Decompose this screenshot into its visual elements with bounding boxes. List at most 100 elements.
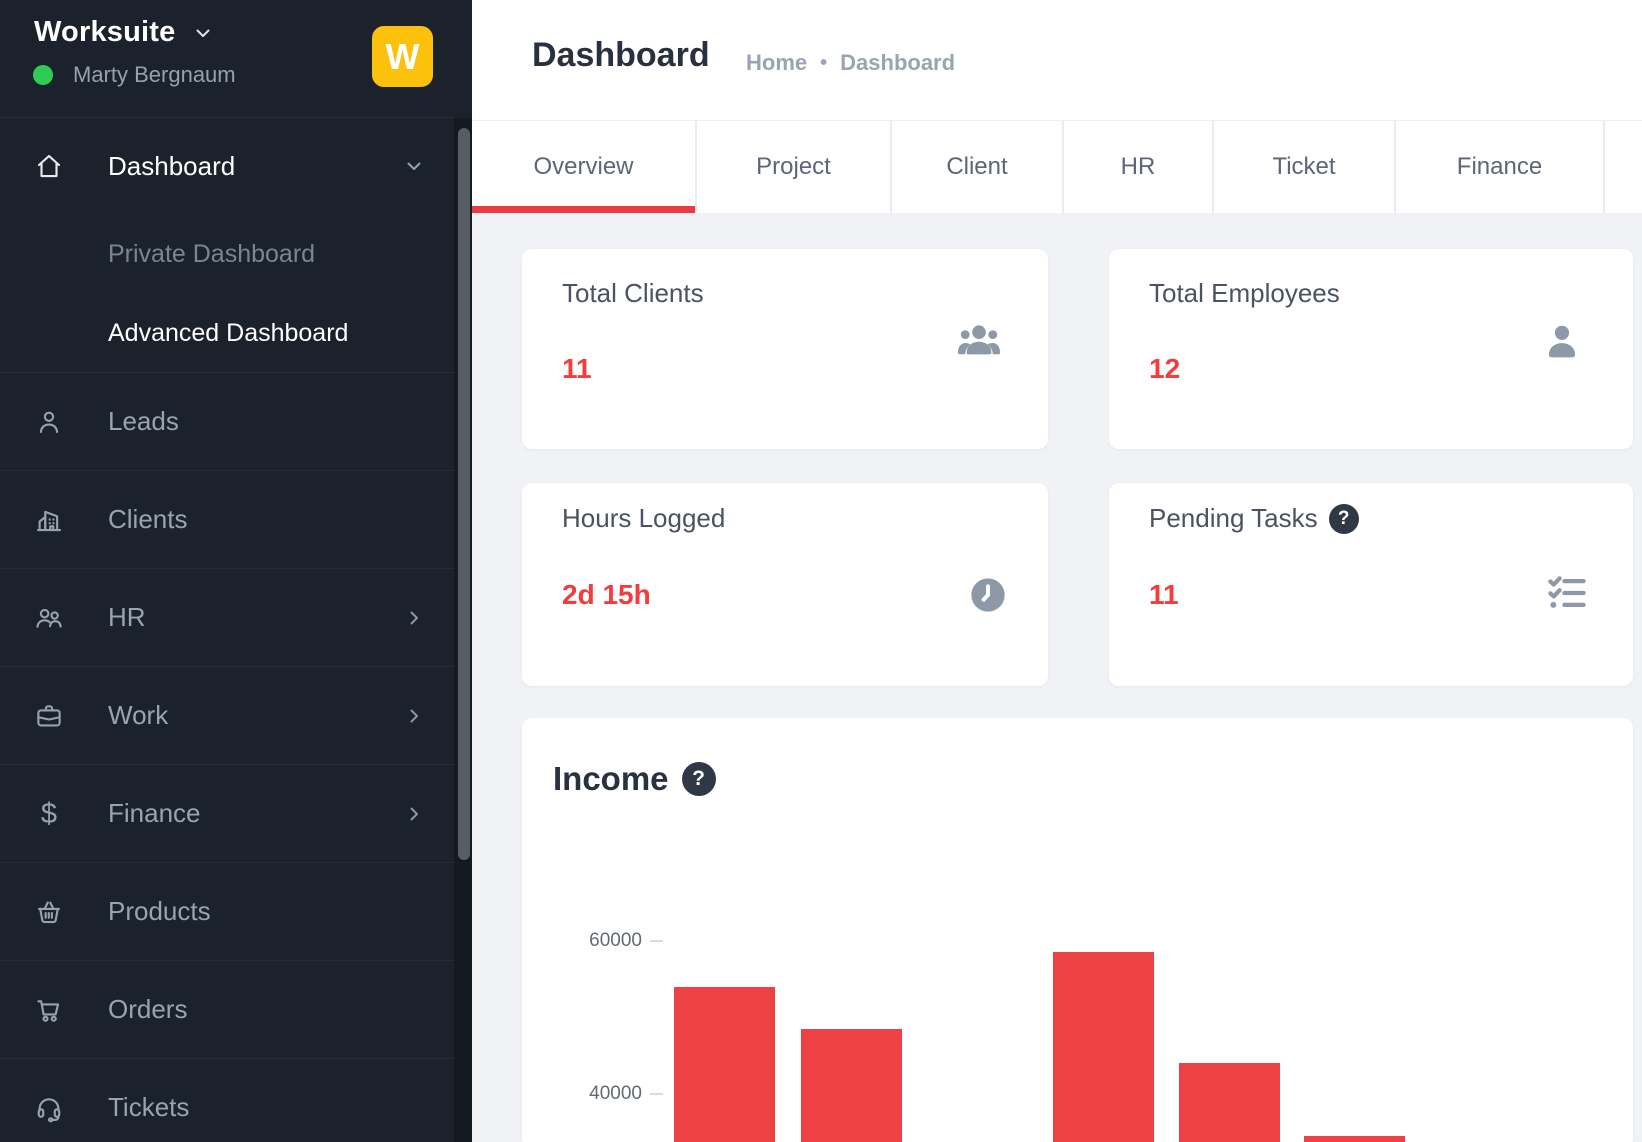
chevron-right-icon: [402, 704, 426, 728]
tab-label: HR: [1121, 153, 1156, 181]
brand-name: Worksuite: [34, 16, 175, 49]
sidebar-item-label: Work: [108, 700, 168, 731]
income-title-text: Income: [553, 760, 669, 798]
active-tab-indicator: [472, 206, 695, 213]
user-icon: [1539, 319, 1585, 365]
sidebar-item-products[interactable]: Products: [0, 862, 454, 960]
card-value: 11: [1149, 579, 1179, 611]
sidebar-item-work[interactable]: Work: [0, 666, 454, 764]
page-header: Dashboard Home • Dashboard: [472, 0, 1642, 120]
basket-icon: [34, 897, 64, 927]
sidebar-subitem-label: Advanced Dashboard: [108, 319, 348, 348]
income-bar: [1179, 1063, 1280, 1142]
tab-project[interactable]: Project: [697, 121, 892, 213]
pending-tasks-card: Pending Tasks ? 11: [1109, 483, 1633, 686]
y-axis-tick-label: 40000: [547, 1083, 642, 1105]
chevron-right-icon: [402, 802, 426, 826]
hours-logged-card: Hours Logged 2d 15h: [522, 483, 1048, 686]
sidebar-item-label: Leads: [108, 406, 179, 437]
tab-overview[interactable]: Overview: [472, 121, 697, 213]
sidebar-item-private-dashboard[interactable]: Private Dashboard: [0, 214, 454, 294]
y-axis-tick-label: 60000: [547, 930, 642, 952]
sidebar-item-label: Orders: [108, 994, 187, 1025]
tab-label: Client: [946, 153, 1007, 181]
sidebar-item-label: Dashboard: [108, 151, 235, 182]
breadcrumb: Home • Dashboard: [746, 50, 955, 76]
sidebar-item-dashboard[interactable]: Dashboard: [0, 118, 454, 214]
breadcrumb-current: Dashboard: [840, 50, 955, 76]
app-window: Worksuite Marty Bergnaum W Dashboard: [0, 0, 1642, 1142]
tab-label: Finance: [1457, 153, 1542, 181]
tab-label: Project: [756, 153, 831, 181]
home-icon: [34, 151, 64, 181]
sidebar-item-finance[interactable]: $ Finance: [0, 764, 454, 862]
income-card: Income ? 60000 40000: [522, 718, 1633, 1142]
sidebar-subitem-label: Private Dashboard: [108, 240, 315, 269]
main-area: Dashboard Home • Dashboard Overview Proj…: [472, 0, 1642, 1142]
breadcrumb-home-link[interactable]: Home: [746, 50, 807, 76]
income-bar: [801, 1029, 902, 1142]
app-logo: W: [372, 26, 433, 87]
user-name: Marty Bergnaum: [73, 62, 236, 88]
help-icon[interactable]: ?: [682, 762, 716, 796]
sidebar: Worksuite Marty Bergnaum W Dashboard: [0, 0, 472, 1142]
sidebar-item-tickets[interactable]: Tickets: [0, 1058, 454, 1142]
card-title-text: Pending Tasks: [1149, 503, 1318, 534]
cart-icon: [34, 995, 64, 1025]
card-value: 11: [562, 353, 592, 385]
total-employees-card: Total Employees 12: [1109, 249, 1633, 449]
people-icon: [34, 603, 64, 633]
tab-finance[interactable]: Finance: [1396, 121, 1605, 213]
users-icon: [955, 317, 1003, 365]
tab-label: Ticket: [1272, 153, 1335, 181]
card-value: 12: [1149, 353, 1180, 385]
sidebar-item-hr[interactable]: HR: [0, 568, 454, 666]
page-title: Dashboard: [532, 36, 710, 75]
help-icon[interactable]: ?: [1329, 504, 1359, 534]
card-title: Total Employees: [1149, 278, 1340, 309]
income-title: Income ?: [553, 760, 716, 798]
workspace-switcher[interactable]: Worksuite: [34, 16, 215, 49]
person-icon: [34, 407, 64, 437]
sidebar-scrollbar-thumb[interactable]: [458, 128, 470, 860]
sidebar-item-leads[interactable]: Leads: [0, 372, 454, 470]
clock-icon: [968, 575, 1008, 615]
tab-client[interactable]: Client: [892, 121, 1064, 213]
sidebar-menu: Dashboard Private Dashboard Advanced Das…: [0, 118, 454, 1142]
income-bar: [674, 987, 775, 1142]
sidebar-item-label: Clients: [108, 504, 187, 535]
card-title: Hours Logged: [562, 503, 725, 534]
tasks-icon: [1546, 572, 1588, 614]
sidebar-item-label: Tickets: [108, 1092, 189, 1123]
chevron-down-icon: [402, 154, 426, 178]
chevron-right-icon: [402, 606, 426, 630]
building-icon: [34, 505, 64, 535]
user-status[interactable]: Marty Bergnaum: [33, 62, 236, 88]
sidebar-item-label: Finance: [108, 798, 201, 829]
income-bar: [1053, 952, 1154, 1142]
tab-ticket[interactable]: Ticket: [1214, 121, 1396, 213]
sidebar-item-label: HR: [108, 602, 146, 633]
online-status-icon: [33, 65, 53, 85]
chevron-down-icon: [191, 21, 215, 45]
tab-hr[interactable]: HR: [1064, 121, 1214, 213]
dollar-icon: $: [34, 799, 64, 829]
breadcrumb-separator: •: [820, 52, 827, 75]
sidebar-item-advanced-dashboard[interactable]: Advanced Dashboard: [0, 294, 454, 372]
y-axis-tick-mark: [650, 940, 663, 942]
sidebar-item-orders[interactable]: Orders: [0, 960, 454, 1058]
y-axis-tick-mark: [650, 1093, 663, 1095]
tab-partial[interactable]: [1605, 121, 1640, 213]
tab-label: Overview: [533, 153, 633, 181]
card-title: Total Clients: [562, 278, 704, 309]
sidebar-header: Worksuite Marty Bergnaum W: [0, 0, 454, 118]
card-title: Pending Tasks ?: [1149, 503, 1359, 534]
total-clients-card: Total Clients 11: [522, 249, 1048, 449]
sidebar-item-label: Products: [108, 896, 211, 927]
briefcase-icon: [34, 701, 64, 731]
dashboard-tabs: Overview Project Client HR Ticket Financ…: [472, 120, 1642, 213]
headset-icon: [34, 1093, 64, 1123]
card-value: 2d 15h: [562, 579, 651, 611]
income-bar: [1304, 1136, 1405, 1142]
sidebar-item-clients[interactable]: Clients: [0, 470, 454, 568]
